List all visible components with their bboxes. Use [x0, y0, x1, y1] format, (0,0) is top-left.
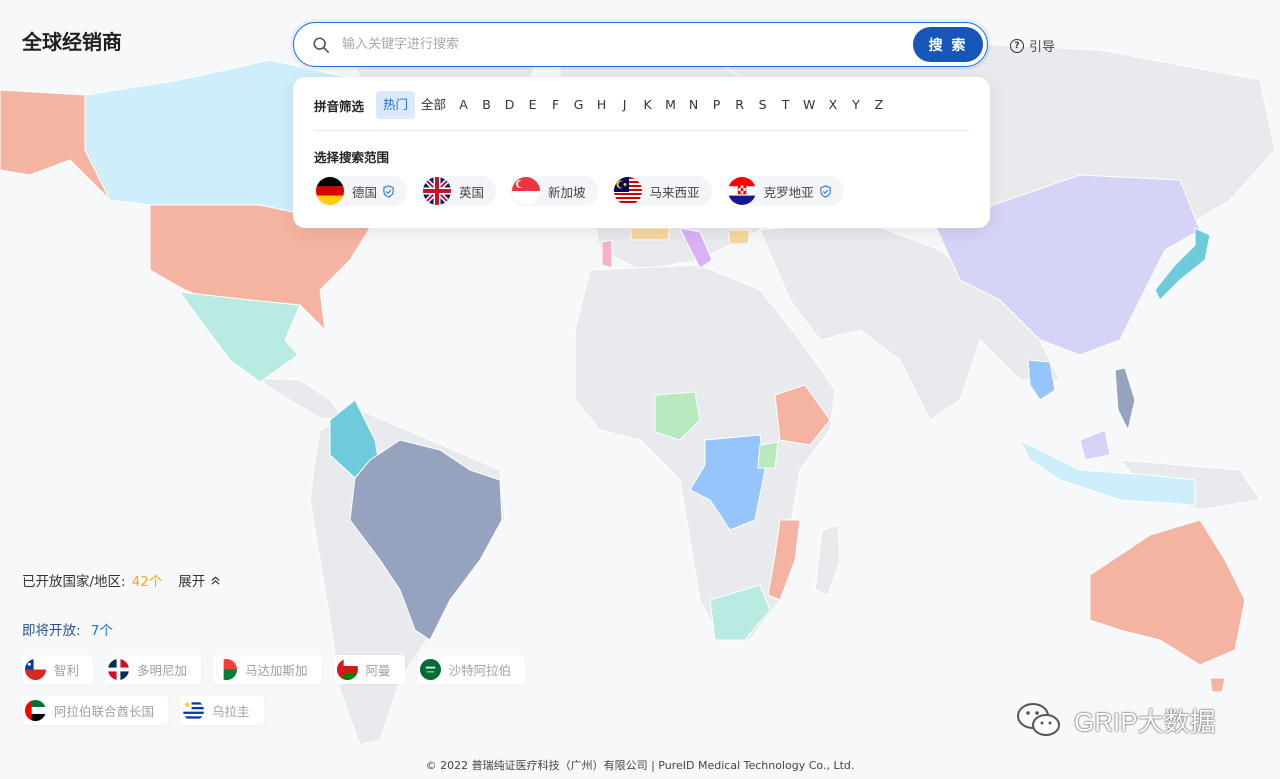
pinyin-all[interactable]: 全部: [415, 91, 452, 119]
guide-label: 引导: [1029, 40, 1056, 55]
map-croatia: [727, 229, 751, 245]
pinyin-filter: 拼音筛选 热门 全部 A B D E F G H J K M N P R S T…: [314, 91, 890, 119]
pinyin-filter-label: 拼音筛选: [314, 98, 365, 114]
double-chevron-up-icon: [211, 575, 220, 585]
dominican-flag-icon: [108, 659, 130, 680]
search-icon: [313, 36, 330, 53]
map-madagascar: [814, 524, 841, 596]
map-mexico: [178, 291, 301, 383]
scope-chip-croatia[interactable]: 克罗地亚: [725, 176, 844, 206]
pinyin-letter[interactable]: G: [567, 91, 590, 119]
soon-chip-label: 多明尼加: [137, 663, 188, 678]
verified-shield-icon: [819, 184, 831, 198]
soon-chip-label: 智利: [54, 663, 80, 678]
map-borneo: [1079, 429, 1111, 461]
coming-soon-label: 即将开放:: [22, 623, 81, 639]
pinyin-letter[interactable]: J: [613, 91, 636, 119]
pinyin-letter[interactable]: M: [659, 91, 682, 119]
pinyin-letter[interactable]: D: [498, 91, 521, 119]
search-scope-list: 德国 英国 新加坡 马来西亚 克罗地亚: [314, 176, 844, 206]
pinyin-letter[interactable]: R: [728, 91, 751, 119]
guide-link[interactable]: ? 引导: [1010, 36, 1055, 55]
scope-chip-label: 英国: [459, 184, 485, 200]
page-title: 全球经销商: [22, 30, 122, 54]
map-uganda: [757, 441, 779, 469]
singapore-flag-icon: [512, 177, 541, 205]
map-portugal: [601, 239, 613, 269]
pinyin-letter[interactable]: E: [521, 91, 544, 119]
soon-chip-label: 马达加斯加: [245, 663, 308, 678]
soon-chip-oman[interactable]: 阿曼: [333, 655, 405, 684]
map-spain: [629, 227, 671, 241]
scope-chip-label: 新加坡: [548, 184, 586, 200]
expand-label: 展开: [178, 574, 206, 590]
pinyin-letter[interactable]: T: [774, 91, 797, 119]
open-countries-count: 42个: [131, 574, 163, 590]
search-scope-label: 选择搜索范围: [314, 150, 390, 165]
search-dropdown-panel: 拼音筛选 热门 全部 A B D E F G H J K M N P R S T…: [293, 77, 990, 228]
germany-flag-icon: [316, 177, 344, 205]
wechat-icon: [1017, 703, 1060, 736]
panel-divider: [314, 130, 969, 131]
chile-flag-icon: [25, 659, 46, 680]
open-countries-stat: 已开放国家/地区: 42个 展开: [22, 570, 221, 590]
footer-copyright: © 2022 普瑞纯证医疗科技（广州）有限公司 | PureID Medical…: [425, 759, 855, 772]
coming-soon-list: 智利 多明尼加 马达加斯加 阿曼 沙特阿拉伯 阿拉伯联合酋长国 乌拉圭: [22, 655, 582, 737]
search-input[interactable]: [342, 37, 913, 52]
pinyin-letter[interactable]: X: [821, 91, 844, 119]
pinyin-letter[interactable]: W: [797, 91, 821, 119]
pinyin-letter[interactable]: N: [682, 91, 705, 119]
scope-chip-label: 马来西亚: [649, 184, 700, 200]
pinyin-letter[interactable]: B: [475, 91, 498, 119]
pinyin-letter[interactable]: H: [590, 91, 613, 119]
soon-chip-dominican[interactable]: 多明尼加: [105, 655, 202, 684]
scope-chip-malaysia[interactable]: 马来西亚: [611, 176, 712, 206]
map-philippines: [1114, 367, 1136, 432]
pinyin-letter[interactable]: S: [751, 91, 774, 119]
map-tasmania: [1209, 677, 1226, 693]
pinyin-letter[interactable]: P: [705, 91, 728, 119]
uk-flag-icon: [423, 177, 452, 205]
watermark-text: GRIP大数据: [1074, 706, 1216, 737]
soon-chip-saudi[interactable]: 沙特阿拉伯: [416, 655, 526, 684]
coming-soon-stat: 即将开放: 7个: [22, 619, 113, 639]
pinyin-letter[interactable]: F: [544, 91, 567, 119]
map-australia: [1089, 519, 1246, 666]
coming-soon-count: 7个: [90, 623, 113, 639]
soon-chip-uruguay[interactable]: 乌拉圭: [180, 696, 264, 725]
uae-flag-icon: [25, 700, 46, 721]
soon-chip-label: 阿拉伯联合酋长国: [54, 704, 155, 719]
scope-chip-singapore[interactable]: 新加坡: [510, 176, 598, 206]
search-bar: 搜 索: [293, 22, 988, 67]
madagascar-flag-icon: [216, 659, 238, 680]
search-button[interactable]: 搜 索: [913, 27, 983, 62]
pinyin-letter[interactable]: A: [452, 91, 475, 119]
saudi-flag-icon: [419, 659, 441, 680]
pinyin-hot[interactable]: 热门: [376, 91, 416, 119]
scope-chip-label: 克罗地亚: [763, 184, 814, 200]
soon-chip-uae[interactable]: 阿拉伯联合酋长国: [22, 696, 169, 725]
croatia-flag-icon: [727, 177, 756, 205]
soon-chip-chile[interactable]: 智利: [22, 655, 94, 684]
soon-chip-label: 阿曼: [365, 663, 391, 678]
help-icon: ?: [1010, 38, 1024, 53]
pinyin-letter[interactable]: Z: [867, 91, 890, 119]
scope-chip-label: 德国: [352, 184, 378, 200]
scope-chip-uk[interactable]: 英国: [421, 176, 497, 206]
soon-chip-madagascar[interactable]: 马达加斯加: [213, 655, 322, 684]
pinyin-letter[interactable]: K: [636, 91, 659, 119]
oman-flag-icon: [336, 659, 358, 680]
soon-chip-label: 乌拉圭: [212, 704, 250, 719]
uruguay-flag-icon: [183, 700, 205, 721]
soon-chip-label: 沙特阿拉伯: [448, 663, 512, 678]
open-countries-label: 已开放国家/地区:: [22, 574, 126, 590]
malaysia-flag-icon: [613, 177, 642, 205]
watermark: GRIP大数据: [1014, 700, 1216, 740]
scope-chip-germany[interactable]: 德国: [314, 176, 408, 206]
map-thailand: [1027, 359, 1056, 401]
expand-button[interactable]: 展开: [178, 570, 221, 590]
verified-shield-icon: [383, 184, 394, 198]
map-central-america: [253, 377, 347, 421]
pinyin-letter[interactable]: Y: [844, 91, 867, 119]
